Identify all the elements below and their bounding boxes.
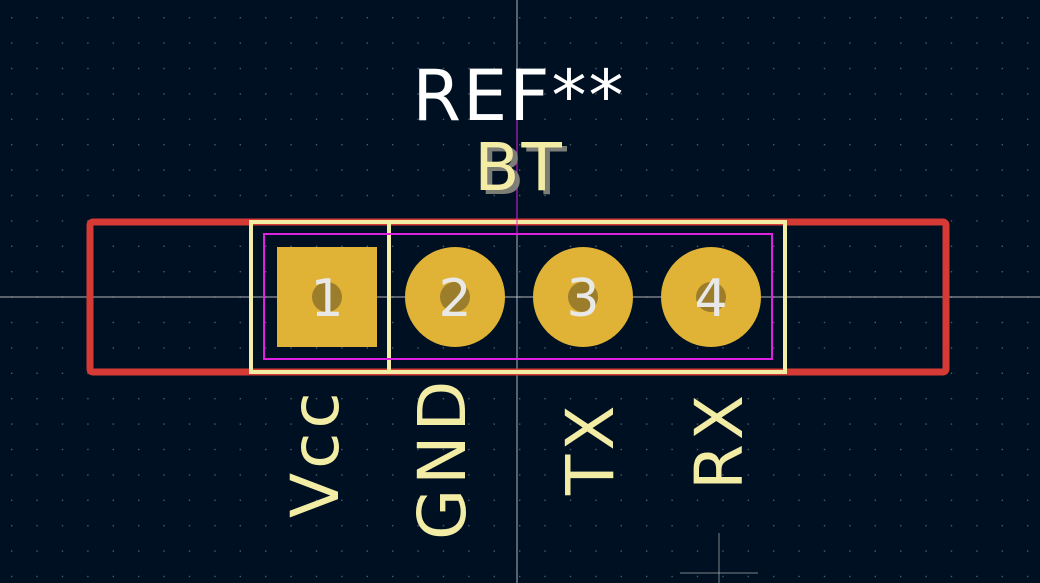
pin-label-tx[interactable]: TX: [552, 401, 629, 496]
value-label-group: BT BT: [474, 129, 567, 210]
pad-number: 4: [694, 269, 727, 329]
pad-4[interactable]: 4: [661, 247, 761, 347]
pin-label-vcc[interactable]: Vcc: [277, 388, 354, 518]
pcb-canvas[interactable]: 1 2 3 4 REF** BT BT Vcc GND TX RX: [0, 0, 1040, 583]
pad-2[interactable]: 2: [405, 247, 505, 347]
value-label[interactable]: BT: [474, 129, 564, 206]
pad-number: 2: [438, 269, 471, 329]
pad-number: 1: [310, 269, 343, 329]
pad-number: 3: [566, 269, 599, 329]
pin-label-gnd[interactable]: GND: [404, 377, 481, 540]
reference-designator[interactable]: REF**: [412, 55, 625, 137]
pin-label-rx[interactable]: RX: [681, 391, 758, 490]
pad-3[interactable]: 3: [533, 247, 633, 347]
pad-1[interactable]: 1: [277, 247, 377, 347]
